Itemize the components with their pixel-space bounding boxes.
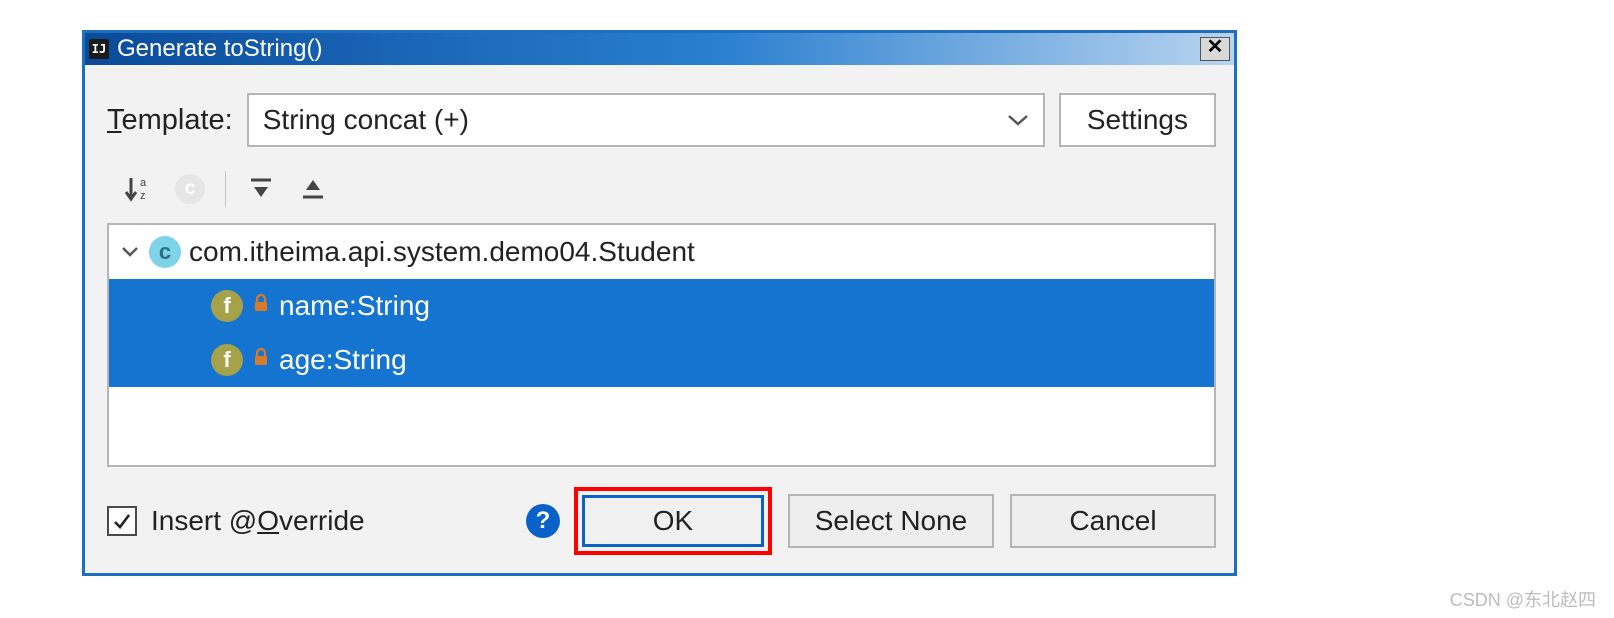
insert-override-checkbox[interactable]: Insert @Override <box>107 505 365 537</box>
collapse-all-button[interactable] <box>290 168 336 210</box>
tree-class-row[interactable]: c com.itheima.api.system.demo04.Student <box>109 225 1214 279</box>
bottom-row: Insert @Override ? OK Select None Cancel <box>107 487 1216 555</box>
members-tree[interactable]: c com.itheima.api.system.demo04.Student … <box>107 223 1216 467</box>
expand-all-button[interactable] <box>238 168 284 210</box>
lock-icon <box>251 293 271 319</box>
template-label-accel: T <box>107 104 122 136</box>
field-icon: f <box>211 344 243 376</box>
field-icon: f <box>211 290 243 322</box>
svg-text:a: a <box>140 177 147 189</box>
watermark: CSDN @东北赵四 <box>1450 586 1596 612</box>
settings-button[interactable]: Settings <box>1059 93 1216 147</box>
help-icon: ? <box>536 507 551 534</box>
help-button[interactable]: ? <box>526 504 560 538</box>
ok-button-label: OK <box>653 505 693 537</box>
toolbar: a z c <box>107 165 1216 213</box>
cancel-button[interactable]: Cancel <box>1010 494 1216 548</box>
class-filter-icon: c <box>175 174 205 204</box>
override-label-accel: O <box>257 505 279 536</box>
tree-empty-area[interactable] <box>109 387 1214 465</box>
generate-tostring-dialog: IJ Generate toString() ✕ Template: Strin… <box>82 30 1237 576</box>
checkbox-label: Insert @Override <box>151 505 365 537</box>
class-icon: c <box>149 236 181 268</box>
settings-button-label: Settings <box>1087 104 1188 136</box>
override-label-post: verride <box>279 505 365 536</box>
filter-class-button: c <box>167 168 213 210</box>
tree-field-row[interactable]: f age:String <box>109 333 1214 387</box>
close-button[interactable]: ✕ <box>1200 37 1230 61</box>
sort-alpha-button[interactable]: a z <box>115 168 161 210</box>
lock-icon <box>251 347 271 373</box>
close-icon: ✕ <box>1207 36 1224 58</box>
tree-field-label: age:String <box>279 344 407 376</box>
dialog-title: Generate toString() <box>117 35 1200 63</box>
tree-class-name: com.itheima.api.system.demo04.Student <box>189 236 695 268</box>
template-row: Template: String concat (+) Settings <box>107 93 1216 147</box>
template-label: Template: <box>107 104 233 137</box>
template-selected-value: String concat (+) <box>263 104 469 136</box>
toolbar-separator <box>225 171 226 207</box>
template-label-rest: emplate: <box>122 104 233 136</box>
chevron-down-icon <box>1007 113 1029 127</box>
override-label-pre: Insert @ <box>151 505 257 536</box>
titlebar: IJ Generate toString() ✕ <box>85 33 1234 65</box>
tree-field-row[interactable]: f name:String <box>109 279 1214 333</box>
tree-field-label: name:String <box>279 290 430 322</box>
chevron-down-icon[interactable] <box>119 246 141 258</box>
select-none-button[interactable]: Select None <box>788 494 994 548</box>
select-none-label: Select None <box>815 505 968 537</box>
cancel-label: Cancel <box>1069 505 1156 537</box>
svg-text:z: z <box>140 190 146 202</box>
checkbox-box <box>107 506 137 536</box>
ok-highlight-annotation: OK <box>574 487 772 555</box>
ok-button[interactable]: OK <box>582 495 764 547</box>
template-combobox[interactable]: String concat (+) <box>247 93 1045 147</box>
intellij-icon: IJ <box>89 39 109 59</box>
